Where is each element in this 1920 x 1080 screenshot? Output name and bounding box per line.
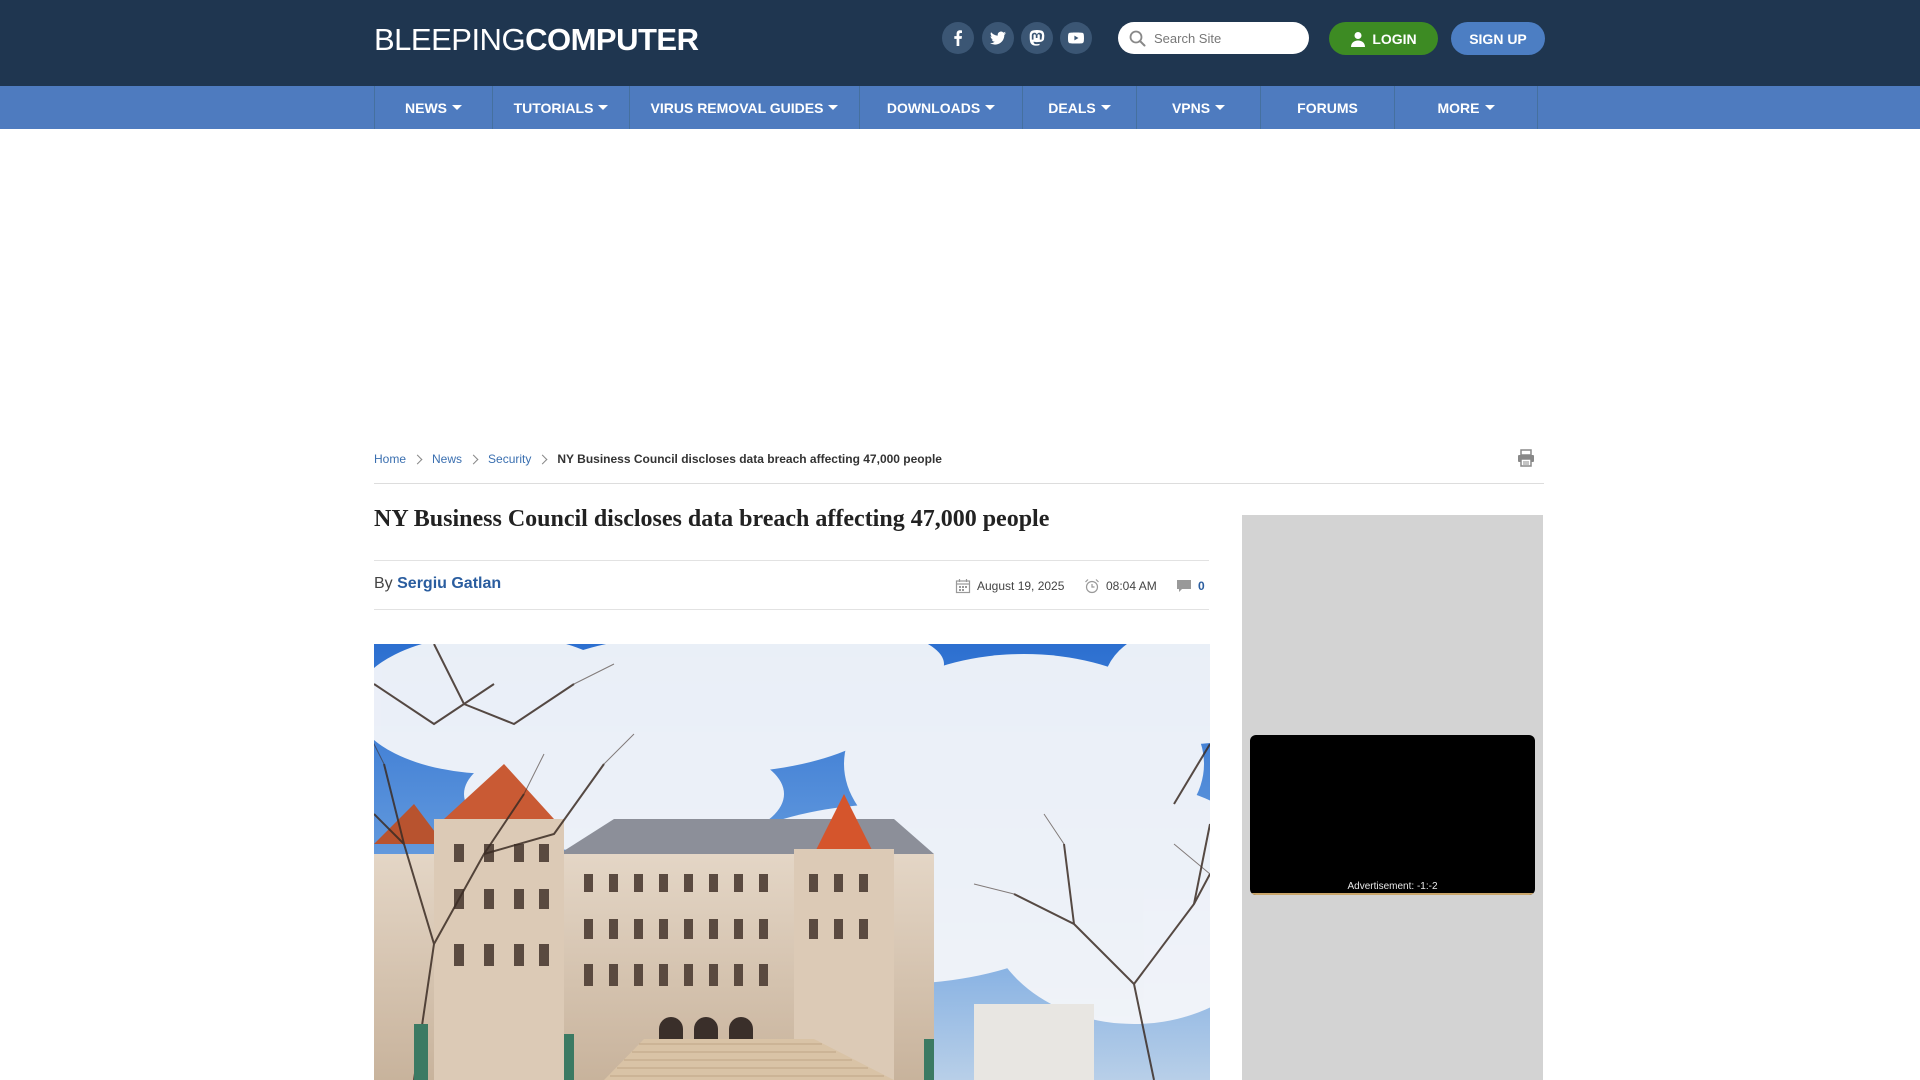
author-link[interactable]: Sergiu Gatlan <box>397 575 501 592</box>
user-icon <box>1351 31 1366 47</box>
ad-progress-bar <box>1250 893 1535 895</box>
article-title: NY Business Council discloses data breac… <box>374 506 1050 532</box>
breadcrumb-current: NY Business Council discloses data breac… <box>557 452 942 466</box>
chevron-right-icon <box>537 454 548 464</box>
caret-down-icon <box>1484 105 1495 110</box>
article-time: 08:04 AM <box>1084 578 1157 594</box>
nav-item-virus-removal-guides[interactable]: VIRUS REMOVAL GUIDES <box>629 86 859 129</box>
chevron-right-icon <box>468 454 479 464</box>
logo-text-thin: BLEEPING <box>374 22 526 57</box>
nav-item-deals[interactable]: DEALS <box>1022 86 1136 129</box>
search-input[interactable] <box>1154 22 1304 54</box>
nav-item-news[interactable]: NEWS <box>374 86 492 129</box>
login-label: LOGIN <box>1372 30 1417 47</box>
divider <box>374 609 1209 610</box>
article-hero-image <box>374 644 1210 1080</box>
calendar-icon <box>955 579 971 594</box>
nav-item-label: DOWNLOADS <box>886 99 981 116</box>
print-icon[interactable] <box>1516 448 1536 468</box>
nav-item-vpns[interactable]: VPNS <box>1136 86 1260 129</box>
breadcrumb-security[interactable]: Security <box>488 452 531 466</box>
alarm-clock-icon <box>1085 579 1099 594</box>
caret-down-icon <box>598 105 609 110</box>
article-date: August 19, 2025 <box>955 578 1064 594</box>
breadcrumb-home[interactable]: Home <box>374 452 406 466</box>
comments-count[interactable]: 0 <box>1176 578 1205 594</box>
nav-item-label: VPNS <box>1171 99 1211 116</box>
breadcrumb-news[interactable]: News <box>432 452 462 466</box>
nav-item-more[interactable]: MORE <box>1394 86 1538 129</box>
divider <box>374 560 1209 561</box>
main-nav: NEWS TUTORIALS VIRUS REMOVAL GUIDES DOWN… <box>0 86 1920 129</box>
signup-button[interactable]: SIGN UP <box>1451 22 1545 55</box>
time-text: 08:04 AM <box>1106 579 1157 593</box>
site-header: BLEEPINGCOMPUTER LOGIN SIGN UP <box>0 0 1920 86</box>
caret-down-icon <box>1100 105 1111 110</box>
nav-item-forums[interactable]: FORUMS <box>1260 86 1394 129</box>
nav-item-label: TUTORIALS <box>513 99 594 116</box>
youtube-icon[interactable] <box>1060 22 1092 54</box>
ad-label: Advertisement: -1:-2 <box>1347 881 1438 892</box>
caret-down-icon <box>985 105 996 110</box>
breadcrumb: Home News Security NY Business Council d… <box>374 450 942 468</box>
caret-down-icon <box>452 105 462 110</box>
login-button[interactable]: LOGIN <box>1329 22 1438 55</box>
video-ad-player[interactable]: Advertisement: -1:-2 <box>1250 735 1535 895</box>
signup-label: SIGN UP <box>1469 30 1527 47</box>
facebook-icon[interactable] <box>942 22 974 54</box>
search-box <box>1118 22 1309 54</box>
date-text: August 19, 2025 <box>977 579 1065 593</box>
nav-item-label: DEALS <box>1048 99 1096 116</box>
site-logo[interactable]: BLEEPINGCOMPUTER <box>374 22 699 57</box>
twitter-icon[interactable] <box>982 22 1014 54</box>
byline: By Sergiu Gatlan <box>374 575 501 593</box>
nav-item-tutorials[interactable]: TUTORIALS <box>492 86 629 129</box>
caret-down-icon <box>1215 105 1226 110</box>
nav-item-label: FORUMS <box>1297 99 1358 116</box>
divider <box>374 483 1544 484</box>
search-icon[interactable] <box>1129 30 1146 47</box>
logo-text-bold: COMPUTER <box>525 22 699 57</box>
byline-prefix: By <box>374 575 393 592</box>
nav-item-label: MORE <box>1437 99 1480 116</box>
caret-down-icon <box>828 105 839 110</box>
chevron-right-icon <box>412 454 423 464</box>
comment-icon <box>1177 580 1191 592</box>
mastodon-icon[interactable] <box>1021 22 1053 54</box>
comments-count-text: 0 <box>1198 579 1205 593</box>
nav-item-label: NEWS <box>405 99 447 116</box>
nav-item-label: VIRUS REMOVAL GUIDES <box>650 99 824 116</box>
nav-item-downloads[interactable]: DOWNLOADS <box>859 86 1022 129</box>
